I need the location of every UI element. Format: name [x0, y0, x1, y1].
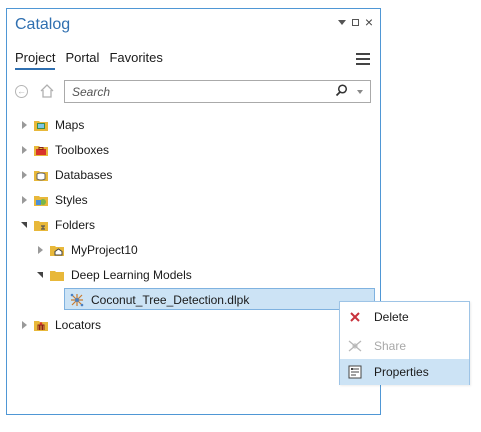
expand-arrow-icon[interactable] — [19, 146, 29, 154]
expand-arrow-icon[interactable] — [19, 321, 29, 329]
tab-portal[interactable]: Portal — [65, 50, 99, 70]
tree-item-myproject10[interactable]: MyProject10 — [35, 239, 138, 261]
home-folder-icon — [49, 242, 65, 258]
expand-arrow-icon[interactable] — [35, 246, 45, 254]
menu-item-delete[interactable]: Delete — [340, 304, 469, 330]
folder-icon — [49, 267, 65, 283]
deep-learning-package-icon — [69, 292, 85, 308]
collapse-arrow-icon[interactable] — [19, 222, 29, 228]
tree-item-styles[interactable]: Styles — [19, 189, 88, 211]
window-controls: × — [337, 15, 373, 29]
delete-x-icon — [347, 309, 363, 325]
tab-project[interactable]: Project — [15, 50, 56, 70]
close-icon[interactable]: × — [365, 15, 373, 29]
share-icon — [347, 338, 363, 354]
pane-title: Catalog — [15, 16, 71, 33]
back-icon[interactable]: ← — [15, 85, 28, 98]
tree-item-toolboxes[interactable]: Toolboxes — [19, 139, 109, 161]
context-menu: Delete Share Properties — [339, 301, 470, 385]
collapse-arrow-icon[interactable] — [35, 272, 45, 278]
search-box — [64, 80, 371, 103]
menu-item-share[interactable]: Share — [340, 333, 469, 359]
styles-folder-icon — [33, 192, 49, 208]
search-icon[interactable] — [335, 84, 348, 100]
tree-item-dlpk-file[interactable]: Coconut_Tree_Detection.dlpk — [67, 289, 249, 311]
properties-icon — [347, 364, 363, 380]
tree-item-folders[interactable]: Folders — [19, 214, 95, 236]
tree-item-databases[interactable]: Databases — [19, 164, 112, 186]
menu-item-properties[interactable]: Properties — [340, 359, 469, 385]
catalog-tabs: Project Portal Favorites — [15, 50, 163, 70]
tree-item-deep-learning-models[interactable]: Deep Learning Models — [35, 264, 192, 286]
toolbox-folder-icon — [33, 142, 49, 158]
expand-arrow-icon[interactable] — [19, 196, 29, 204]
maps-folder-icon — [33, 117, 49, 133]
locators-folder-icon — [33, 317, 49, 333]
expand-arrow-icon[interactable] — [19, 171, 29, 179]
maximize-icon[interactable] — [351, 18, 359, 26]
database-folder-icon — [33, 167, 49, 183]
hamburger-menu-icon[interactable] — [356, 53, 370, 68]
search-options-dropdown-icon[interactable] — [357, 90, 363, 94]
tab-favorites[interactable]: Favorites — [109, 50, 162, 70]
tree-item-maps[interactable]: Maps — [19, 114, 84, 136]
home-icon[interactable] — [39, 83, 55, 101]
expand-arrow-icon[interactable] — [19, 121, 29, 129]
tree-item-locators[interactable]: Locators — [19, 314, 101, 336]
folder-connection-icon — [33, 217, 49, 233]
search-input[interactable] — [70, 84, 324, 100]
catalog-pane: Catalog × Project Portal Favorites ← Map… — [6, 8, 381, 415]
pane-options-dropdown-icon[interactable] — [337, 19, 346, 25]
